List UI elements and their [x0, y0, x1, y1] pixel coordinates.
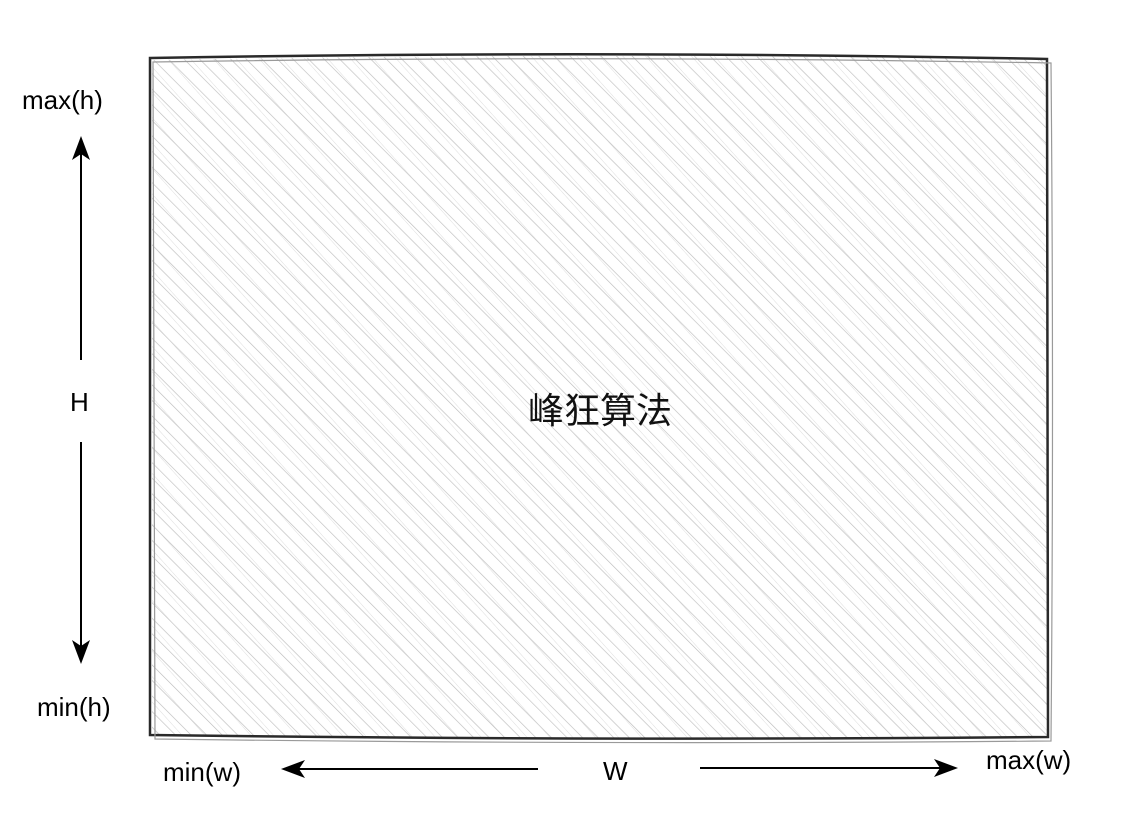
center-label: 峰狂算法 [527, 391, 672, 432]
h-label: H [70, 387, 89, 417]
max-w-label: max(w) [986, 745, 1072, 775]
min-w-label: min(w) [163, 757, 241, 787]
w-label: W [603, 756, 628, 786]
min-h-label: min(h) [37, 692, 111, 722]
max-h-label: max(h) [22, 85, 103, 115]
